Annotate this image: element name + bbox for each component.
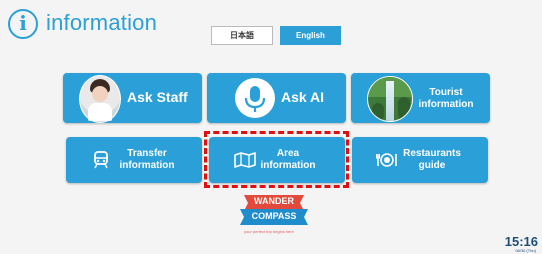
restaurants-label-line1: Restaurants xyxy=(403,148,461,159)
staff-photo xyxy=(79,75,121,123)
logo-line2: COMPASS xyxy=(251,211,297,221)
train-icon xyxy=(94,151,108,174)
logo-line1: WANDER xyxy=(254,196,294,206)
restaurants-guide-button[interactable]: Restaurants guide xyxy=(352,137,488,183)
transfer-label-line2: information xyxy=(119,160,175,171)
restaurants-label-line2: guide xyxy=(418,160,446,171)
wander-compass-logo: WANDER COMPASS xyxy=(238,193,310,228)
info-icon: i xyxy=(8,9,38,39)
highlight-frame xyxy=(204,131,349,188)
logo-tagline: your perfect trip begins here xyxy=(244,229,294,234)
waterfall-photo xyxy=(367,76,413,122)
clock-date: 08/30 (Thu) xyxy=(515,248,536,253)
language-japanese-button[interactable]: 日本語 xyxy=(211,26,273,45)
clock-time: 15:16 xyxy=(504,234,538,249)
page-title: information xyxy=(46,10,158,35)
dining-icon xyxy=(376,152,398,173)
transfer-information-button[interactable]: Transfer information xyxy=(66,137,202,183)
language-english-button[interactable]: English xyxy=(280,26,341,45)
ask-staff-button[interactable]: Ask Staff xyxy=(63,73,202,123)
tourist-label-line2: information xyxy=(418,99,474,110)
ask-ai-label: Ask AI xyxy=(281,89,325,105)
tourist-label-line1: Tourist xyxy=(429,87,463,98)
transfer-label-line1: Transfer xyxy=(127,148,167,159)
microphone-icon xyxy=(235,78,275,118)
ask-staff-label: Ask Staff xyxy=(127,89,188,105)
tourist-information-button[interactable]: Tourist information xyxy=(351,73,490,123)
ask-ai-button[interactable]: Ask AI xyxy=(207,73,346,123)
